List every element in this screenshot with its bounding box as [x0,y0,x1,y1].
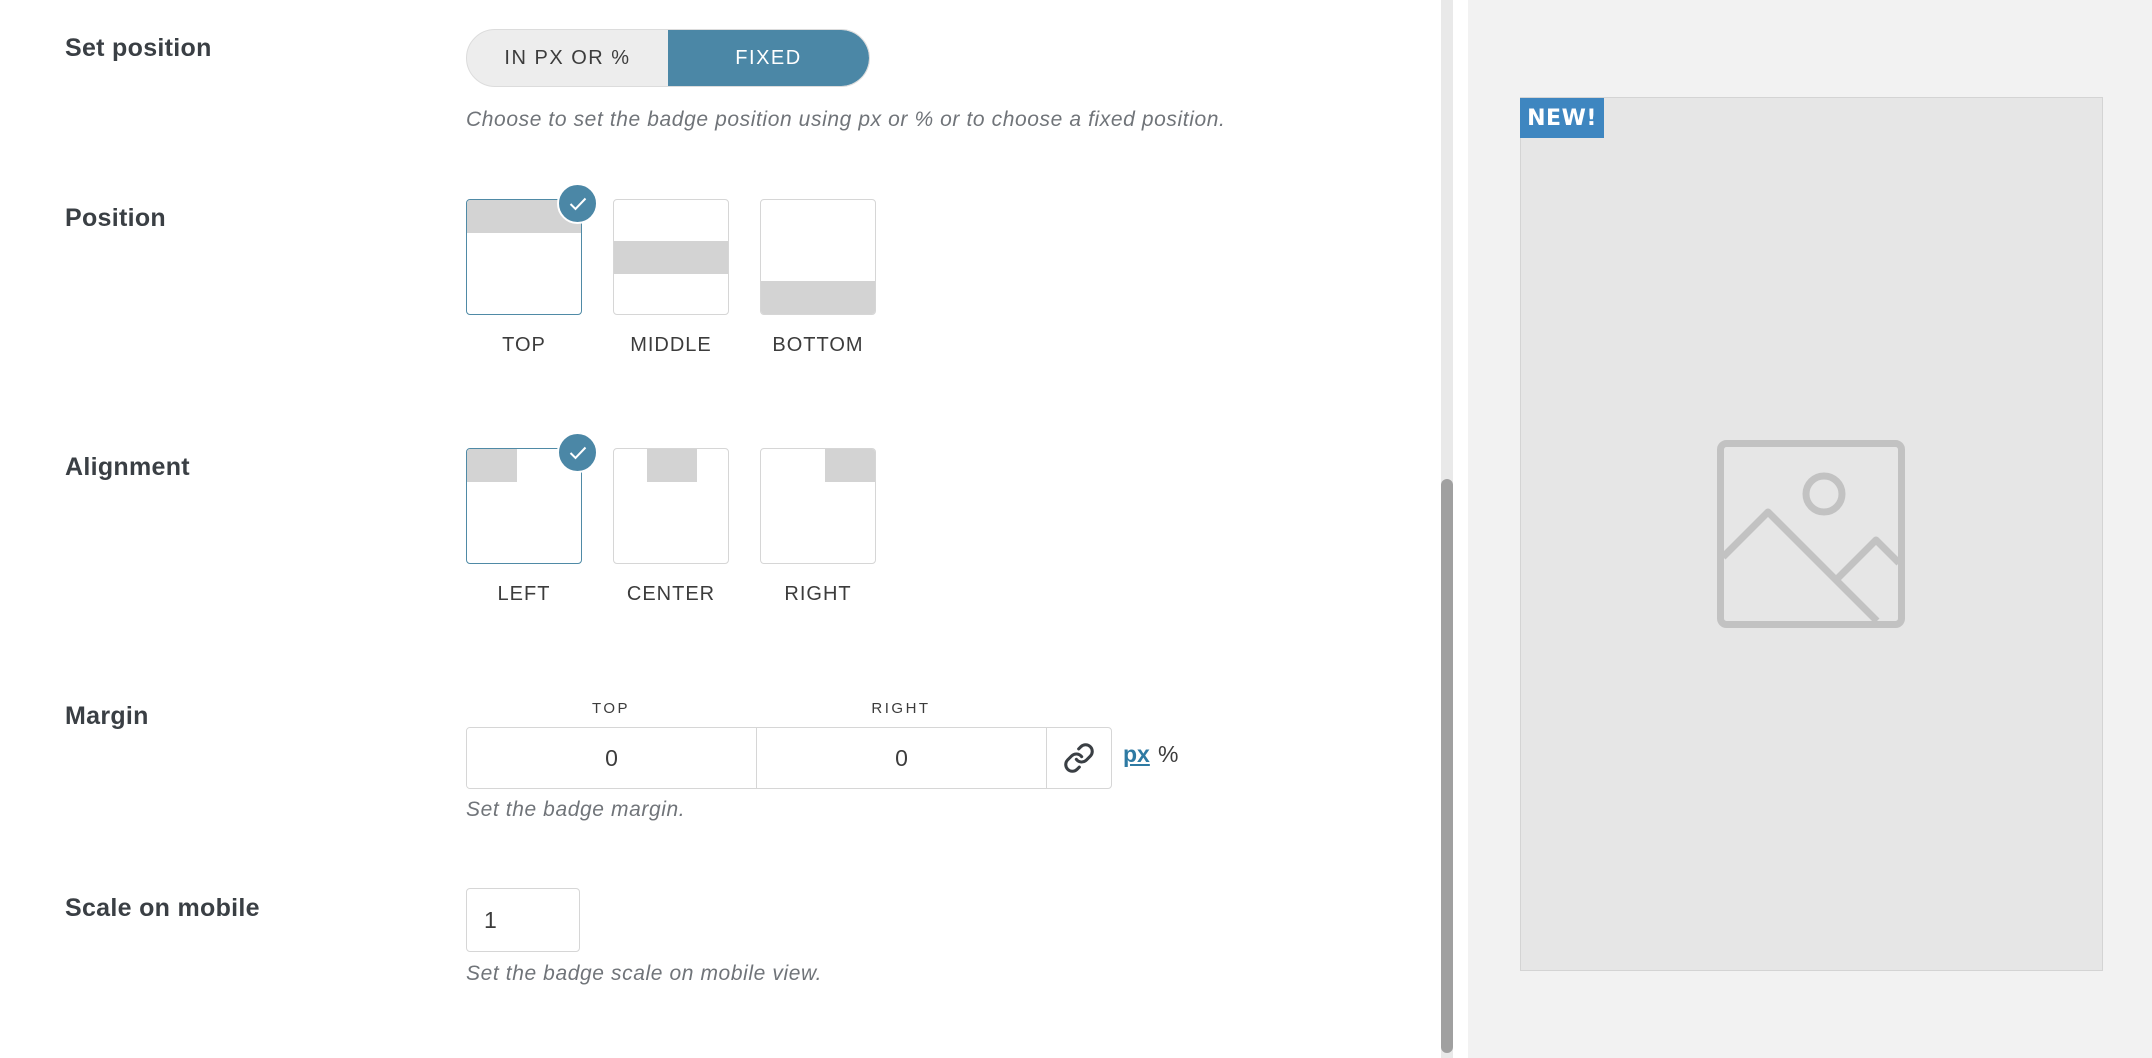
toggle-fixed[interactable]: FIXED [668,30,869,86]
position-option-middle[interactable]: MIDDLE [613,199,729,356]
link-icon [1064,743,1094,773]
alignment-label: Alignment [65,453,190,481]
margin-label: Margin [65,702,149,730]
alignment-center-preview [613,448,729,564]
badge-preview: NEW! [1520,98,1604,138]
set-position-description: Choose to set the badge position using p… [466,108,1226,131]
alignment-right-label: RIGHT [784,583,852,605]
check-icon [557,432,598,473]
link-values-button[interactable] [1047,728,1111,788]
position-option-bottom[interactable]: BOTTOM [760,199,876,356]
margin-input-group [466,727,1112,789]
margin-right-input[interactable] [757,728,1047,788]
check-icon [557,183,598,224]
alignment-center-label: CENTER [626,583,716,605]
position-middle-preview [613,199,729,315]
position-option-top[interactable]: TOP [466,183,598,356]
alignment-left-label: LEFT [497,583,551,605]
settings-panel: Set position IN PX OR % FIXED Choose to … [0,0,1442,1058]
alignment-option-center[interactable]: CENTER [613,448,729,605]
alignment-option-right[interactable]: RIGHT [760,448,876,605]
margin-top-header: TOP [591,700,631,717]
unit-percent-link[interactable]: % [1158,741,1178,768]
unit-px-link[interactable]: px [1123,741,1150,768]
scrollbar-thumb[interactable] [1441,479,1453,1053]
scale-on-mobile-label: Scale on mobile [65,894,260,922]
margin-description: Set the badge margin. [466,798,686,821]
margin-top-input[interactable] [467,728,757,788]
margin-right-header: RIGHT [871,700,931,717]
alignment-option-left[interactable]: LEFT [466,432,598,605]
position-label: Position [65,204,167,232]
position-bottom-label: BOTTOM [772,334,864,356]
toggle-px-or-percent[interactable]: IN PX OR % [467,30,668,86]
position-bottom-preview [760,199,876,315]
set-position-label: Set position [65,34,212,62]
position-middle-label: MIDDLE [630,334,712,356]
scale-on-mobile-description: Set the badge scale on mobile view. [466,962,823,985]
alignment-right-preview [760,448,876,564]
image-placeholder-icon [1717,440,1905,628]
position-top-label: TOP [502,334,546,356]
scale-on-mobile-input[interactable] [466,888,580,952]
set-position-toggle[interactable]: IN PX OR % FIXED [466,29,870,87]
